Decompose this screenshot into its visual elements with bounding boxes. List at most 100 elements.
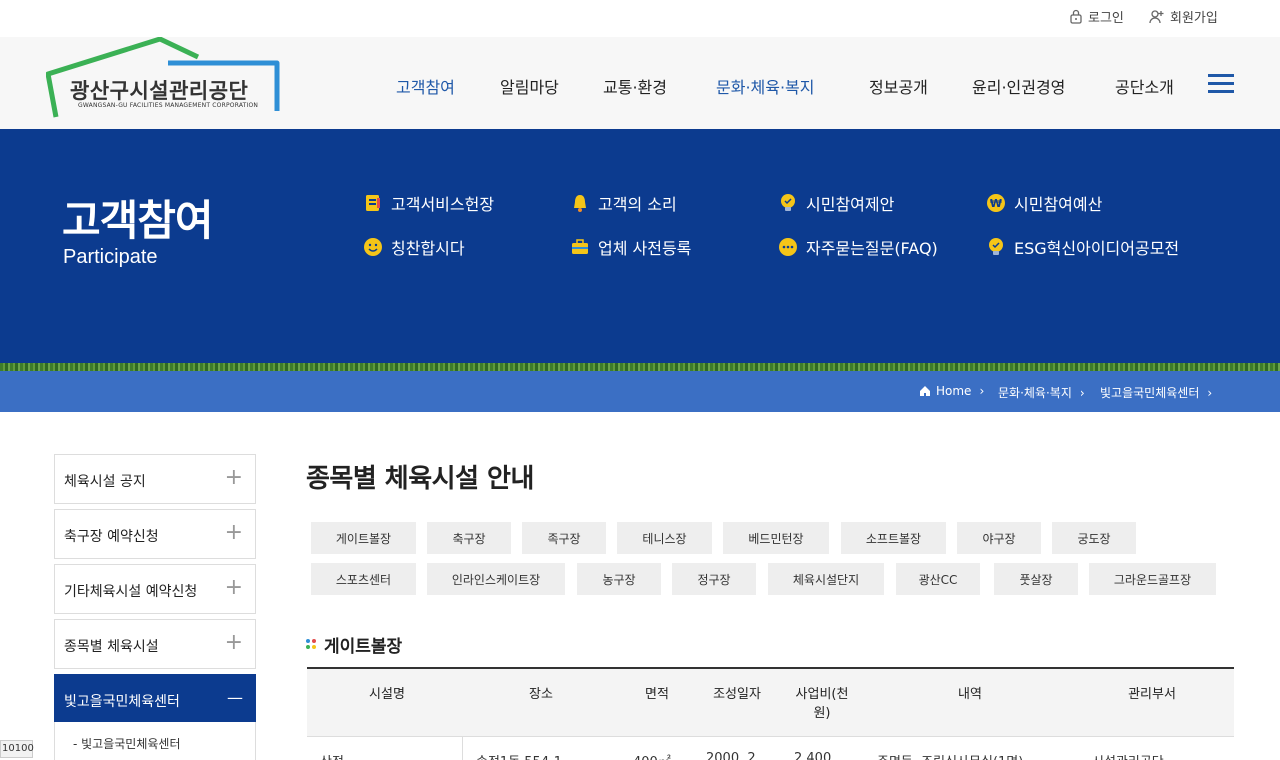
gnb-item-notice[interactable]: 알림마당 — [500, 74, 559, 98]
gnb-item-culture[interactable]: 문화·체육·복지 — [716, 74, 815, 98]
gnb-item-info[interactable]: 정보공개 — [869, 74, 928, 98]
column-header: 장소 — [529, 687, 553, 702]
smile-icon — [364, 238, 382, 256]
tab-softball[interactable]: 소프트볼장 — [841, 522, 946, 554]
mega-link-label: 고객의 소리 — [598, 195, 677, 214]
won-coin-icon: ₩ — [987, 194, 1005, 212]
gnb-item-traffic[interactable]: 교통·환경 — [603, 74, 667, 98]
menu-icon[interactable] — [1208, 74, 1234, 94]
mega-link-budget[interactable]: ₩ 시민참여예산 — [986, 191, 1102, 215]
table-cell: 2,400 — [794, 751, 832, 760]
site-logo[interactable]: 광산구시설관리공단 GWANGSAN-GU FACILITIES MANAGEM… — [46, 37, 286, 129]
breadcrumb-level2-label: 빛고을국민체육센터 — [1100, 386, 1200, 400]
side-nav-subitem[interactable]: - 빛고을국민체육센터 — [54, 722, 256, 760]
tab-sports-center[interactable]: 스포츠센터 — [311, 563, 416, 595]
tab-baseball[interactable]: 야구장 — [957, 522, 1041, 554]
tab-badminton[interactable]: 베드민턴장 — [723, 522, 829, 554]
tab-archery[interactable]: 궁도장 — [1052, 522, 1136, 554]
side-nav-label: 축구장 예약신청 — [64, 529, 159, 545]
side-nav-sublabel: - 빛고을국민체육센터 — [73, 737, 181, 751]
breadcrumb-level2[interactable]: 빛고을국민체육센터 › — [1100, 384, 1212, 401]
utility-bar: 로그인 회원가입 — [0, 0, 1280, 37]
breadcrumb-level1[interactable]: 문화·체육·복지 › — [998, 384, 1085, 401]
svg-text:₩: ₩ — [990, 197, 1002, 210]
tab-futsal[interactable]: 풋살장 — [994, 563, 1078, 595]
side-nav-label: 종목별 체육시설 — [64, 639, 159, 655]
column-header: 사업비(천 원) — [795, 687, 849, 721]
banner-title: 고객참여 — [62, 196, 214, 245]
tab-gwangsan-cc[interactable]: 광산CC — [896, 563, 980, 595]
chevron-right-icon: › — [1207, 385, 1213, 400]
mega-link-label: 자주묻는질문(FAQ) — [806, 239, 938, 258]
breadcrumb: Home › 문화·체육·복지 › 빛고을국민체육센터 › — [0, 371, 1280, 412]
mega-link-faq[interactable]: 자주묻는질문(FAQ) — [778, 235, 938, 259]
column-header: 내역 — [958, 687, 982, 702]
mega-link-label: 시민참여제안 — [806, 195, 895, 214]
chevron-right-icon: › — [1079, 385, 1085, 400]
gnb-item-about[interactable]: 공단소개 — [1115, 74, 1174, 98]
login-label: 로그인 — [1088, 11, 1124, 26]
table-row: 산정 송정1동 554-1 400㎡ 2000. 2 2,400 주면등, 조립… — [307, 737, 1234, 760]
gnb-item-ethics[interactable]: 윤리·인권경영 — [972, 74, 1065, 98]
mega-link-label: ESG혁신아이디어공모전 — [1014, 239, 1180, 258]
mega-link-praise[interactable]: 칭찬합시다 — [363, 235, 465, 259]
banner-subtitle: Participate — [63, 246, 158, 268]
tab-soccer[interactable]: 축구장 — [427, 522, 511, 554]
minus-icon: — — [227, 688, 243, 707]
tab-soft-tennis[interactable]: 정구장 — [672, 563, 756, 595]
tab-basketball[interactable]: 농구장 — [577, 563, 661, 595]
side-nav-item-other[interactable]: 기타체육시설 예약신청 + — [54, 564, 256, 614]
tab-gateball[interactable]: 게이트볼장 — [311, 522, 416, 554]
side-nav-label: 체육시설 공지 — [64, 474, 146, 490]
chevron-right-icon: › — [979, 384, 985, 398]
section-heading-label: 게이트볼장 — [324, 637, 403, 657]
plus-icon: + — [224, 520, 243, 545]
side-nav-label: 기타체육시설 예약신청 — [64, 584, 198, 600]
table-cell: 송정1동 554-1 — [476, 751, 562, 760]
login-link[interactable]: 로그인 — [1069, 7, 1124, 26]
gnb-item-customer[interactable]: 고객참여 — [396, 74, 455, 98]
side-nav-item-by-sport[interactable]: 종목별 체육시설 + — [54, 619, 256, 669]
tab-inline-skate[interactable]: 인라인스케이트장 — [427, 563, 565, 595]
section-banner: 고객참여 Participate 고객서비스헌장 고객의 소리 시민참여제안 ₩… — [0, 129, 1280, 363]
breadcrumb-home[interactable]: Home › — [919, 384, 984, 398]
bullet-dots-icon — [306, 638, 318, 651]
tab-sports-complex[interactable]: 체육시설단지 — [768, 563, 884, 595]
home-icon — [920, 386, 930, 396]
add-user-icon — [1149, 10, 1164, 24]
site-header: 광산구시설관리공단 GWANGSAN-GU FACILITIES MANAGEM… — [0, 37, 1280, 129]
briefcase-icon — [572, 239, 588, 254]
table-cell: 주면등, 조립식사무실(1면) — [877, 751, 1023, 760]
mega-link-esg[interactable]: ESG혁신아이디어공모전 — [986, 235, 1179, 259]
breadcrumb-home-label: Home — [936, 384, 972, 398]
tab-tennis[interactable]: 테니스장 — [617, 522, 712, 554]
breadcrumb-level1-label: 문화·체육·복지 — [998, 386, 1072, 400]
page-title: 종목별 체육시설 안내 — [306, 464, 534, 494]
join-link[interactable]: 회원가입 — [1149, 7, 1218, 26]
mega-link-proposal[interactable]: 시민참여제안 — [778, 191, 894, 215]
id-box: 10100 — [0, 740, 34, 758]
charter-book-icon — [366, 195, 380, 211]
side-nav-item-center[interactable]: 빛고을국민체육센터 — — [54, 674, 256, 722]
mega-link-vendor[interactable]: 업체 사전등록 — [570, 235, 691, 259]
logo-subtitle: GWANGSAN-GU FACILITIES MANAGEMENT CORPOR… — [78, 102, 259, 109]
tab-jokgu[interactable]: 족구장 — [522, 522, 606, 554]
side-nav-label: 빛고을국민체육센터 — [64, 694, 180, 710]
column-header: 조성일자 — [713, 687, 761, 702]
column-header: 시설명 — [369, 687, 405, 702]
mega-link-label: 시민참여예산 — [1014, 195, 1103, 214]
column-header: 면적 — [645, 687, 669, 702]
logo-name: 광산구시설관리공단 — [70, 79, 249, 103]
side-nav-item-notice[interactable]: 체육시설 공지 + — [54, 454, 256, 504]
column-divider — [462, 737, 463, 760]
table-cell: 2000. 2 — [706, 751, 756, 760]
plus-icon: + — [224, 630, 243, 655]
mega-link-label: 칭찬합시다 — [391, 239, 465, 258]
plus-icon: + — [224, 575, 243, 600]
table-cell: 산정 — [320, 751, 344, 760]
side-nav-item-soccer[interactable]: 축구장 예약신청 + — [54, 509, 256, 559]
lightbulb-icon — [989, 238, 1003, 255]
tab-ground-golf[interactable]: 그라운드골프장 — [1089, 563, 1216, 595]
mega-link-voice[interactable]: 고객의 소리 — [570, 191, 677, 215]
mega-link-charter[interactable]: 고객서비스헌장 — [363, 191, 494, 215]
